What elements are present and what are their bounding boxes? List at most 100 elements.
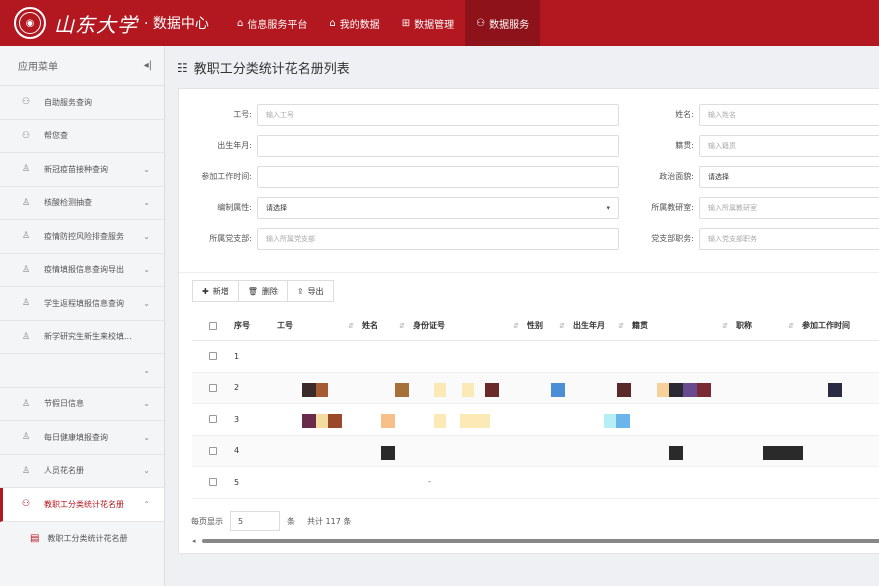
- sidebar-item-student-return[interactable]: ♙ 学生返程填报信息查询 ⌄: [0, 287, 164, 321]
- birth-date-input[interactable]: [257, 135, 619, 157]
- sidebar-item-blank[interactable]: ⌄: [0, 354, 164, 388]
- field-label: 工号:: [233, 110, 252, 119]
- name-input[interactable]: 输入姓名: [699, 104, 879, 126]
- staff-id-input[interactable]: 输入工号: [257, 104, 619, 126]
- chevron-down-icon: ⌄: [143, 466, 150, 476]
- redacted-block: [462, 382, 474, 397]
- sidebar-item-label: 每日健康填报查询: [44, 432, 108, 442]
- party-branch-input[interactable]: 输入所属党支部: [257, 228, 619, 250]
- sidebar-item-self-service[interactable]: ⚇ 自助服务查询: [0, 86, 164, 120]
- service-icon: ⚇: [22, 130, 31, 141]
- sidebar-item-nucleic-test[interactable]: ♙ 核酸检测抽查 ⌄: [0, 187, 164, 220]
- content-panel: 工号: 输入工号 姓名: 输入姓名 出生年月: 籍贯: 输入籍贯 参加工作时间:…: [178, 88, 879, 554]
- table-row[interactable]: 2: [192, 372, 879, 404]
- logo[interactable]: ◉ 山东大学 · 数据中心: [0, 7, 226, 39]
- chevron-down-icon: ⌄: [143, 198, 150, 208]
- redacted-block: [763, 445, 803, 460]
- nav-my-data[interactable]: ⌂ 我的数据: [318, 0, 390, 46]
- redacted-block: [657, 382, 669, 397]
- row-checkbox[interactable]: [209, 446, 217, 455]
- select-all-checkbox[interactable]: [209, 321, 217, 330]
- nav-data-service[interactable]: ⚇ 数据服务: [465, 0, 541, 46]
- work-start-input[interactable]: [257, 166, 619, 188]
- sidebar-header: 应用菜单 ◂|: [0, 46, 164, 86]
- staffing-type-select[interactable]: 请选择 ▾: [257, 197, 619, 219]
- sidebar-item-report-export[interactable]: ♙ 疫情填报信息查询导出 ⌄: [0, 254, 164, 287]
- home-icon: ⌂: [237, 17, 244, 29]
- add-button-label: 新增: [212, 286, 229, 296]
- redacted-block: [604, 414, 616, 428]
- column-header-gender[interactable]: 性别 ⇵: [527, 311, 573, 341]
- horizontal-scrollbar[interactable]: ◂: [192, 537, 879, 545]
- scrollbar-thumb[interactable]: [202, 539, 879, 543]
- table-row[interactable]: 5 -: [192, 467, 879, 499]
- party-position-input[interactable]: 输入党支部职务: [699, 228, 879, 250]
- sort-icon[interactable]: ⇵: [513, 322, 519, 330]
- row-index: 2: [234, 383, 240, 393]
- sidebar-item-risk-check[interactable]: ♙ 疫情防控风险排查服务 ⌄: [0, 220, 164, 254]
- sidebar-item-label: 教职工分类统计花名册: [44, 499, 124, 509]
- column-header-title[interactable]: 职称 ⇵: [736, 311, 802, 341]
- sort-icon[interactable]: ⇵: [722, 322, 728, 330]
- top-bar: ◉ 山东大学 · 数据中心 ⌂ 信息服务平台 ⌂ 我的数据 ⊞ 数据管理 ⚇ 数…: [0, 0, 879, 46]
- nav-info-platform[interactable]: ⌂ 信息服务平台: [226, 0, 318, 46]
- add-button[interactable]: ✚ 新增: [192, 280, 239, 302]
- redacted-block: [669, 382, 683, 397]
- column-header-work-start[interactable]: 参加工作时间: [802, 311, 879, 341]
- sidebar-item-label: 核酸检测抽查: [44, 198, 92, 208]
- redacted-block: [551, 382, 565, 397]
- redacted-block: [460, 414, 490, 428]
- sort-icon[interactable]: ⇵: [788, 322, 794, 330]
- sidebar-item-label: 疫情防控风险排查服务: [44, 231, 124, 241]
- row-index: 5: [234, 477, 240, 487]
- native-place-input[interactable]: 输入籍贯: [699, 135, 879, 157]
- sidebar-item-staff-roster[interactable]: ⚇ 教职工分类统计花名册 ⌃: [0, 488, 164, 522]
- chevron-down-icon: ⌄: [143, 399, 150, 409]
- table-row[interactable]: 3: [192, 404, 879, 436]
- column-header-id-number[interactable]: 身份证号 ⇵: [413, 311, 527, 341]
- teaching-office-input[interactable]: 输入所属教研室: [699, 197, 879, 219]
- row-checkbox[interactable]: [209, 478, 217, 487]
- sidebar-item-label: 人员花名册: [44, 466, 84, 476]
- table-toolbar: ✚ 新增 🗑 删除 ⇪ 导出: [192, 280, 334, 302]
- service-icon: ⚇: [476, 17, 486, 29]
- row-checkbox[interactable]: [209, 383, 217, 392]
- field-label: 籍贯:: [675, 141, 694, 150]
- column-header-staff-id[interactable]: 工号 ⇵: [277, 311, 362, 341]
- field-label: 出生年月:: [217, 141, 252, 150]
- table-row[interactable]: 1: [192, 341, 879, 373]
- scroll-left-icon[interactable]: ◂: [192, 537, 196, 545]
- row-checkbox[interactable]: [209, 352, 217, 361]
- export-button[interactable]: ⇪ 导出: [287, 280, 334, 302]
- page-size-input[interactable]: 5: [230, 511, 280, 531]
- data-table: 序号 工号 ⇵ 姓名 ⇵ 身份证号 ⇵ 性别 ⇵ 出生年月 ⇵ 籍贯 ⇵ 职称 ⇵ 参加工作时…: [192, 311, 879, 499]
- sidebar-item-help[interactable]: ⚇ 帮您查: [0, 120, 164, 153]
- column-header-name[interactable]: 姓名 ⇵: [362, 311, 413, 341]
- row-checkbox[interactable]: [209, 415, 217, 424]
- sort-icon[interactable]: ⇵: [399, 322, 405, 330]
- select-value: 请选择: [266, 204, 287, 212]
- collapse-sidebar-icon[interactable]: ◂|: [144, 60, 152, 71]
- column-header-native-place[interactable]: 籍贯 ⇵: [632, 311, 736, 341]
- table-row[interactable]: 4: [192, 435, 879, 467]
- nav-data-management[interactable]: ⊞ 数据管理: [391, 0, 465, 46]
- redacted-block: [434, 382, 446, 397]
- sort-icon[interactable]: ⇵: [559, 322, 565, 330]
- sort-icon[interactable]: ⇵: [348, 322, 354, 330]
- sidebar-item-holidays[interactable]: ♙ 节假日信息 ⌄: [0, 388, 164, 421]
- form-row: 工号: 输入工号 姓名: 输入姓名: [179, 104, 879, 126]
- column-header-birth[interactable]: 出生年月 ⇵: [573, 311, 632, 341]
- sidebar-item-daily-health[interactable]: ♙ 每日健康填报查询 ⌄: [0, 421, 164, 455]
- sidebar-item-vaccine[interactable]: ♙ 新冠疫苗接种查询 ⌄: [0, 153, 164, 187]
- table-header: 序号 工号 ⇵ 姓名 ⇵ 身份证号 ⇵ 性别 ⇵ 出生年月 ⇵ 籍贯 ⇵ 职称 ⇵ 参加工作时…: [192, 311, 879, 341]
- sort-icon[interactable]: ⇵: [618, 322, 624, 330]
- sidebar-item-roster[interactable]: ♙ 人员花名册 ⌄: [0, 455, 164, 488]
- field-label: 参加工作时间:: [201, 172, 252, 181]
- sidebar-subitem-staff-roster[interactable]: ▤ 教职工分类统计花名册: [0, 522, 164, 555]
- chevron-down-icon: ⌄: [143, 365, 150, 375]
- sidebar-item-grad-arrival[interactable]: ♙ 新学研究生新生来校填...: [0, 321, 164, 354]
- chevron-down-icon: ⌄: [143, 265, 150, 275]
- political-status-select[interactable]: 请选择: [699, 166, 879, 188]
- delete-button[interactable]: 🗑 删除: [238, 280, 288, 302]
- column-header-index[interactable]: 序号: [234, 311, 277, 341]
